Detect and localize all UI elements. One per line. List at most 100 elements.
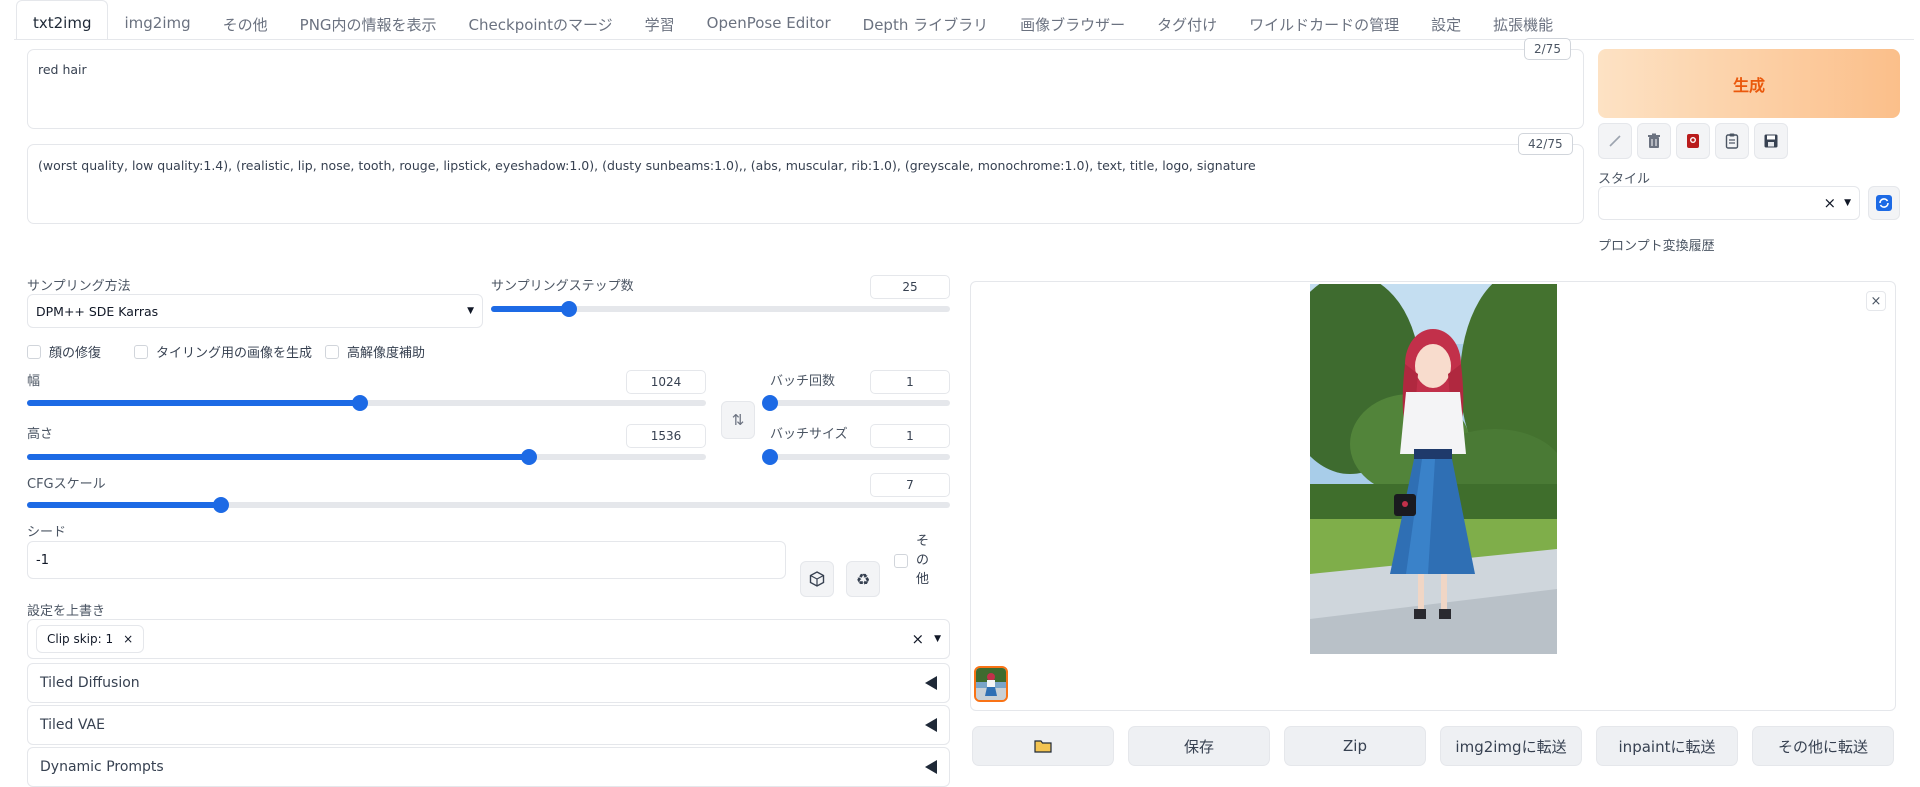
seed-extra-checkbox[interactable]: その他 xyxy=(894,532,930,589)
slider-thumb[interactable] xyxy=(212,497,229,513)
random-seed-button[interactable] xyxy=(800,561,834,597)
send-to-img2img-button[interactable]: img2imgに転送 xyxy=(1440,726,1582,766)
slider-thumb[interactable] xyxy=(521,449,538,465)
dice-icon xyxy=(809,571,825,587)
close-icon[interactable]: × xyxy=(1866,291,1886,311)
tab-extras[interactable]: その他 xyxy=(207,0,284,40)
extra-networks-button[interactable] xyxy=(1676,123,1710,159)
chip-remove-icon[interactable]: × xyxy=(123,632,133,646)
checkbox-box[interactable] xyxy=(134,344,148,359)
batch-count-input[interactable]: 1 xyxy=(870,370,950,394)
apply-style-button[interactable] xyxy=(1715,123,1749,159)
tab-extensions[interactable]: 拡張機能 xyxy=(1477,0,1569,40)
generated-image[interactable] xyxy=(1310,284,1557,654)
prompt-history-label[interactable]: プロンプト変換履歴 xyxy=(1598,235,1715,254)
send-to-inpaint-button[interactable]: inpaintに転送 xyxy=(1596,726,1738,766)
read-params-button[interactable] xyxy=(1598,123,1632,159)
zip-button[interactable]: Zip xyxy=(1284,726,1426,766)
override-settings-label: 設定を上書き xyxy=(27,604,106,619)
width-slider[interactable] xyxy=(27,395,706,411)
batch-count-slider[interactable] xyxy=(762,395,950,411)
clear-icon[interactable]: × xyxy=(912,630,925,648)
height-input[interactable]: 1536 xyxy=(626,424,706,448)
accordion-dynamic-prompts[interactable]: Dynamic Prompts xyxy=(27,747,950,787)
save-button[interactable]: 保存 xyxy=(1128,726,1270,766)
slider-fill xyxy=(27,400,360,406)
tab-divider xyxy=(14,39,1914,40)
negative-prompt-text: (worst quality, low quality:1.4), (reali… xyxy=(38,158,1256,173)
gallery-thumbnail[interactable] xyxy=(974,666,1008,702)
open-folder-button[interactable] xyxy=(972,726,1114,766)
slider-thumb[interactable] xyxy=(561,301,578,317)
sampling-method-value: DPM++ SDE Karras xyxy=(36,303,159,319)
batch-count-label: バッチ回数 xyxy=(770,374,836,389)
reuse-seed-button[interactable]: ♻ xyxy=(846,561,880,597)
save-style-button[interactable] xyxy=(1754,123,1788,159)
seed-value: -1 xyxy=(36,552,49,568)
generate-button[interactable]: 生成 xyxy=(1598,49,1900,118)
tab-train[interactable]: 学習 xyxy=(629,0,691,40)
slider-thumb[interactable] xyxy=(762,449,778,465)
tab-image-browser[interactable]: 画像ブラウザー xyxy=(1004,0,1141,40)
prompt-input[interactable]: red hair xyxy=(27,49,1584,129)
sampling-steps-slider[interactable] xyxy=(491,301,950,317)
tiling-label: タイリング用の画像を生成 xyxy=(156,346,313,361)
tab-wildcards[interactable]: ワイルドカードの管理 xyxy=(1233,0,1415,40)
sampling-steps-label: サンプリングステップ数 xyxy=(491,279,634,294)
style-label: スタイル xyxy=(1598,172,1651,187)
checkbox-box[interactable] xyxy=(27,344,41,359)
slider-fill xyxy=(491,306,570,312)
send-to-extras-button[interactable]: その他に転送 xyxy=(1752,726,1894,766)
tab-checkpoint-merger[interactable]: Checkpointのマージ xyxy=(453,0,629,40)
folder-icon xyxy=(1034,740,1052,753)
accordion-tiled-diffusion[interactable]: Tiled Diffusion xyxy=(27,663,950,703)
style-dropdown[interactable]: × ▼ xyxy=(1598,186,1860,220)
override-settings-dropdown[interactable]: Clip skip: 1 × × ▼ xyxy=(27,619,950,659)
style-clear-icon[interactable]: × xyxy=(1824,194,1837,212)
tab-depth-library[interactable]: Depth ライブラリ xyxy=(847,0,1004,40)
seed-extra-label: その他 xyxy=(916,534,930,587)
cfg-scale-slider[interactable] xyxy=(27,497,950,513)
tab-tagger[interactable]: タグ付け xyxy=(1141,0,1233,40)
accordion-title: Tiled VAE xyxy=(40,717,105,733)
swap-dimensions-button[interactable]: ⇅ xyxy=(721,401,755,439)
width-input[interactable]: 1024 xyxy=(626,370,706,394)
tab-txt2img[interactable]: txt2img xyxy=(16,0,109,40)
checkbox-box[interactable] xyxy=(325,344,339,359)
restore-faces-checkbox[interactable]: 顔の修復 xyxy=(27,342,101,361)
clear-prompt-button[interactable] xyxy=(1637,123,1671,159)
negative-prompt-input[interactable]: (worst quality, low quality:1.4), (reali… xyxy=(27,144,1584,224)
batch-size-slider[interactable] xyxy=(762,449,950,465)
arrow-diagonal-icon xyxy=(1609,135,1621,147)
tab-png-info[interactable]: PNG内の情報を表示 xyxy=(284,0,453,40)
seed-input[interactable]: -1 xyxy=(27,541,786,579)
chevron-down-icon: ▼ xyxy=(467,306,474,316)
sampling-method-dropdown[interactable]: DPM++ SDE Karras ▼ xyxy=(27,294,483,328)
checkbox-box[interactable] xyxy=(894,554,908,568)
trash-icon xyxy=(1648,133,1660,148)
swap-arrows-icon: ⇅ xyxy=(731,411,745,429)
tab-settings[interactable]: 設定 xyxy=(1415,0,1477,40)
tiling-checkbox[interactable]: タイリング用の画像を生成 xyxy=(134,342,312,361)
chevron-down-icon: ▼ xyxy=(1844,198,1851,208)
prompt-token-counter: 2/75 xyxy=(1524,38,1571,60)
override-chip: Clip skip: 1 × xyxy=(36,625,145,653)
refresh-styles-button[interactable] xyxy=(1868,186,1900,220)
height-slider[interactable] xyxy=(27,449,706,465)
accordion-tiled-vae[interactable]: Tiled VAE xyxy=(27,705,950,745)
sampling-steps-input[interactable]: 25 xyxy=(870,275,950,299)
hires-fix-checkbox[interactable]: 高解像度補助 xyxy=(325,342,425,361)
batch-size-input[interactable]: 1 xyxy=(870,424,950,448)
prompt-text: red hair xyxy=(38,62,87,77)
slider-fill xyxy=(27,502,221,508)
batch-size-label: バッチサイズ xyxy=(770,427,848,442)
slider-thumb[interactable] xyxy=(762,395,778,411)
sampling-method-label: サンプリング方法 xyxy=(27,279,131,294)
tab-img2img[interactable]: img2img xyxy=(108,0,206,40)
slider-thumb[interactable] xyxy=(351,395,368,411)
seed-label: シード xyxy=(27,525,67,540)
height-label: 高さ xyxy=(27,427,54,442)
tab-openpose-editor[interactable]: OpenPose Editor xyxy=(691,0,847,40)
cfg-scale-input[interactable]: 7 xyxy=(870,473,950,497)
collapse-triangle-icon xyxy=(925,676,937,690)
